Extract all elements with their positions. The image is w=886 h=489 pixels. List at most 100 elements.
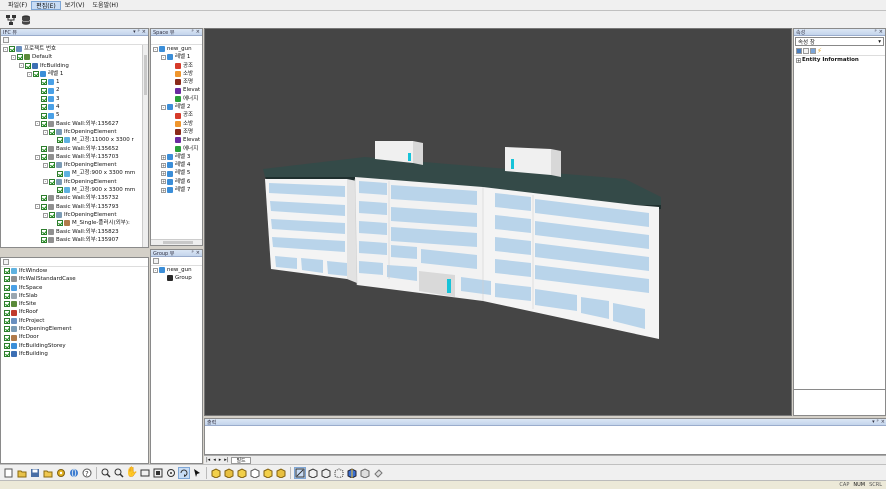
tree-item[interactable]: - IfcOpeningElement: [3, 211, 148, 219]
tree-item[interactable]: 조명: [153, 128, 202, 136]
class-filter-item[interactable]: IfcSpace: [4, 284, 148, 292]
visibility-checkbox[interactable]: [41, 236, 47, 243]
ifc-tree-vscroll[interactable]: [142, 45, 148, 247]
tree-item[interactable]: 소방: [153, 70, 202, 78]
expand-icon[interactable]: +: [161, 179, 166, 185]
tree-item[interactable]: - IfcOpeningElement: [3, 161, 148, 169]
last-tab-icon[interactable]: ▸|: [224, 457, 228, 463]
expand-icon[interactable]: +: [161, 154, 166, 160]
collapse-icon[interactable]: -: [35, 204, 40, 210]
view-right-icon[interactable]: [249, 467, 261, 479]
alphabetical-icon[interactable]: [803, 48, 809, 54]
visibility-checkbox[interactable]: [49, 178, 55, 185]
menu-item[interactable]: 편집(E): [31, 0, 61, 10]
collapse-icon[interactable]: -: [3, 46, 8, 52]
collapse-icon[interactable]: -: [43, 162, 48, 168]
class-filter-item[interactable]: IfcWallStandardCase: [4, 275, 148, 283]
class-checkbox[interactable]: [4, 276, 10, 283]
pan-hand-icon[interactable]: ✋: [126, 467, 138, 479]
tree-item[interactable]: 5: [3, 111, 148, 119]
open-folder-icon[interactable]: [16, 467, 28, 479]
collapse-icon[interactable]: -: [43, 129, 48, 135]
view-front-icon[interactable]: [210, 467, 222, 479]
globe-icon[interactable]: [68, 467, 80, 479]
categorized-icon[interactable]: [796, 48, 802, 54]
tree-item[interactable]: - Default: [3, 53, 148, 61]
class-checkbox[interactable]: [4, 351, 10, 358]
view-top-icon[interactable]: [262, 467, 274, 479]
tree-item[interactable]: 3: [3, 95, 148, 103]
class-filter-item[interactable]: IfcRoof: [4, 308, 148, 316]
tree-item[interactable]: 1: [3, 78, 148, 86]
class-checkbox[interactable]: [4, 268, 10, 275]
space-tree-hscroll[interactable]: [151, 239, 202, 245]
save-icon[interactable]: [29, 467, 41, 479]
tree-item[interactable]: + 레벨 5: [153, 169, 202, 177]
tree-item[interactable]: 조명: [153, 78, 202, 86]
shaded-icon[interactable]: [346, 467, 358, 479]
visibility-checkbox[interactable]: [49, 129, 55, 136]
visibility-checkbox[interactable]: [41, 195, 47, 202]
tree-item[interactable]: 소방: [153, 120, 202, 128]
tree-item[interactable]: Elevat: [153, 136, 202, 144]
class-checkbox[interactable]: [4, 342, 10, 349]
expand-icon[interactable]: +: [161, 171, 166, 177]
network-icon[interactable]: [4, 13, 17, 26]
database-icon[interactable]: [19, 13, 32, 26]
visibility-checkbox[interactable]: [41, 104, 47, 111]
section-box-icon[interactable]: [333, 467, 345, 479]
orbit-icon[interactable]: [165, 467, 177, 479]
close-icon[interactable]: ×: [196, 29, 200, 35]
property-pages-icon[interactable]: [810, 48, 816, 54]
collapse-icon[interactable]: -: [153, 267, 158, 273]
visibility-checkbox[interactable]: [33, 71, 39, 78]
menu-item[interactable]: 파일(F): [4, 1, 31, 10]
tree-item[interactable]: - 레벨 1: [3, 70, 148, 78]
visibility-checkbox[interactable]: [57, 137, 63, 144]
transparent-icon[interactable]: [359, 467, 371, 479]
visibility-checkbox[interactable]: [49, 212, 55, 219]
filter-icon[interactable]: [3, 259, 9, 265]
tree-item[interactable]: M_고정:900 x 3300 mm: [3, 186, 148, 194]
close-icon[interactable]: ×: [142, 29, 146, 35]
tree-item[interactable]: - new_gun: [153, 266, 202, 274]
3d-viewport[interactable]: [204, 28, 792, 416]
tree-item[interactable]: 2: [3, 86, 148, 94]
class-filter-item[interactable]: IfcProject: [4, 317, 148, 325]
view-left-icon[interactable]: [236, 467, 248, 479]
settings-icon[interactable]: [55, 467, 67, 479]
tree-item[interactable]: - 프로젝트 번호: [3, 45, 148, 53]
visibility-checkbox[interactable]: [41, 95, 47, 102]
class-checkbox[interactable]: [4, 326, 10, 333]
tree-item[interactable]: - IfcBuilding: [3, 62, 148, 70]
collapse-icon[interactable]: -: [35, 154, 40, 160]
tree-item[interactable]: 에너지: [153, 145, 202, 153]
visibility-checkbox[interactable]: [57, 170, 63, 177]
tree-item[interactable]: 4: [3, 103, 148, 111]
refresh-icon[interactable]: [153, 258, 159, 264]
visibility-checkbox[interactable]: [9, 46, 15, 53]
folder-icon[interactable]: [42, 467, 54, 479]
tree-item[interactable]: Basic Wall:외부:135907: [3, 236, 148, 244]
visibility-checkbox[interactable]: [41, 112, 47, 119]
tree-item[interactable]: M_Single-플러시(외부):: [3, 219, 148, 227]
tree-item[interactable]: Elevat: [153, 86, 202, 94]
visibility-checkbox[interactable]: [41, 203, 47, 210]
new-file-icon[interactable]: [3, 467, 15, 479]
tree-item[interactable]: - 레벨 2: [153, 103, 202, 111]
class-checkbox[interactable]: [4, 284, 10, 291]
hidden-line-icon[interactable]: [320, 467, 332, 479]
help-icon[interactable]: ?: [81, 467, 93, 479]
collapse-icon[interactable]: -: [19, 63, 24, 69]
pin-icon[interactable]: ᵖ: [875, 29, 877, 35]
visibility-checkbox[interactable]: [41, 120, 47, 127]
visibility-checkbox[interactable]: [17, 54, 23, 61]
pin-icon[interactable]: ᵖ: [192, 29, 194, 35]
visibility-checkbox[interactable]: [57, 187, 63, 194]
close-icon[interactable]: ×: [881, 419, 885, 425]
properties-section[interactable]: + Entity Information: [794, 56, 885, 64]
class-filter-item[interactable]: IfcWindow: [4, 267, 148, 275]
visibility-checkbox[interactable]: [41, 154, 47, 160]
collapse-icon[interactable]: -: [35, 121, 40, 127]
tree-item[interactable]: + 레벨 4: [153, 161, 202, 169]
